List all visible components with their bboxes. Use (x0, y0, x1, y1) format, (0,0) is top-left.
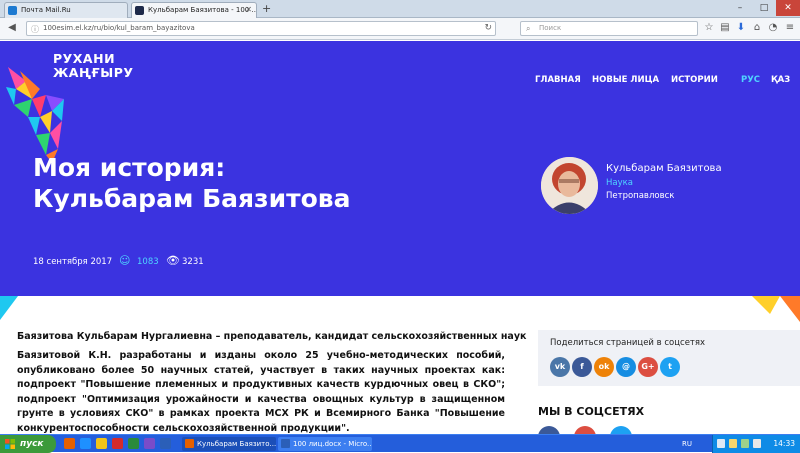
logo-line-2: ЖАҢҒЫРУ (53, 65, 134, 80)
back-icon[interactable]: ◀ (5, 21, 19, 35)
page-title: Моя история: Кульбарам Баязитова (33, 152, 350, 214)
views-eye-icon: 👁 (166, 254, 180, 267)
taskbar-window-browser[interactable]: Кульбарам Баязито... (182, 437, 276, 451)
tab-label: Кульбарам Баязитова - 100 ... (148, 6, 257, 14)
pocket-icon[interactable]: ◔ (766, 21, 780, 35)
download-icon[interactable]: ⬇ (734, 21, 748, 35)
folder-launcher-icon[interactable] (96, 438, 107, 449)
maximize-icon[interactable]: □ (752, 0, 776, 16)
article-section: Баязитова Кульбарам Нургалиевна – препод… (0, 296, 800, 434)
facebook-follow-icon[interactable] (538, 426, 560, 434)
address-bar[interactable]: ⓘ 100esim.el.kz/ru/bio/kul_baram_bayazit… (26, 21, 496, 36)
firefox-launcher-icon[interactable] (64, 438, 75, 449)
decorative-shapes (0, 296, 800, 322)
minimize-icon[interactable]: – (728, 0, 752, 16)
info-icon[interactable]: ⓘ (31, 23, 39, 36)
window-label: 100 лиц.docx - Micro... (293, 440, 372, 448)
volume-icon[interactable] (729, 439, 737, 448)
author-category-link[interactable]: Наука (606, 178, 633, 188)
media-launcher-icon[interactable] (144, 438, 155, 449)
mail-favicon-icon (8, 6, 17, 15)
author-city: Петропавловск (606, 191, 675, 201)
reading-list-icon[interactable]: ▤ (718, 21, 732, 35)
search-icon: ⌕ (526, 24, 531, 33)
publish-date: 18 сентября 2017 (33, 257, 113, 267)
tab-article[interactable]: Кульбарам Баязитова - 100 ... ✕ (131, 2, 257, 18)
clock: 14:33 (773, 439, 795, 448)
windows-taskbar: пуск Кульбарам Баязито... 100 лиц.docx -… (0, 434, 800, 453)
twitter-follow-icon[interactable] (610, 426, 632, 434)
firefox-icon (185, 439, 194, 448)
logo-line-1: РУХАНИ (53, 51, 116, 66)
mailru-icon[interactable]: @ (616, 357, 636, 377)
close-window-icon[interactable]: ✕ (776, 0, 800, 16)
site-logo[interactable]: РУХАНИ ЖАҢҒЫРУ (53, 52, 134, 80)
bookmark-star-icon[interactable]: ☆ (702, 21, 716, 35)
comments-icon: ☺ (119, 254, 131, 267)
lang-rus-link[interactable]: РУС (741, 75, 760, 85)
ie-launcher-icon[interactable] (80, 438, 91, 449)
author-avatar[interactable] (541, 157, 598, 214)
taskbar-window-word[interactable]: 100 лиц.docx - Micro... (278, 437, 372, 451)
home-icon[interactable]: ⌂ (750, 21, 764, 35)
share-title: Поделиться страницей в соцсетях (550, 338, 706, 348)
start-button[interactable]: пуск (0, 435, 56, 453)
reload-icon[interactable]: ↻ (484, 22, 492, 35)
keyboard-language[interactable]: RU (682, 435, 692, 453)
author-name[interactable]: Кульбарам Баязитова (606, 163, 722, 174)
title-line-1: Моя история: (33, 153, 226, 182)
share-buttons: vk f ok @ G+ t (550, 357, 680, 377)
nav-home-link[interactable]: ГЛАВНАЯ (535, 75, 581, 85)
word-icon (281, 439, 290, 448)
url-text: 100esim.el.kz/ru/bio/kul_baram_bayazitov… (43, 24, 195, 32)
word-launcher-icon[interactable] (160, 438, 171, 449)
app-launcher-icon[interactable] (128, 438, 139, 449)
browser-tab-bar: Почта Mail.Ru Кульбарам Баязитова - 100 … (0, 0, 800, 18)
search-placeholder: Поиск (539, 24, 562, 32)
twitter-icon[interactable]: t (660, 357, 680, 377)
tab-label: Почта Mail.Ru (21, 6, 71, 14)
opera-launcher-icon[interactable] (112, 438, 123, 449)
views-count: 3231 (182, 257, 204, 267)
network-icon[interactable] (717, 439, 725, 448)
author-photo (541, 157, 598, 214)
tab-mail[interactable]: Почта Mail.Ru (4, 2, 128, 18)
window-label: Кульбарам Баязито... (197, 440, 276, 448)
new-tab-button[interactable]: + (262, 2, 271, 16)
googleplus-icon[interactable]: G+ (638, 357, 658, 377)
lang-kaz-link[interactable]: ҚАЗ (771, 75, 790, 85)
windows-flag-icon (5, 439, 15, 449)
article-paragraph: Баязитовой К.Н. разработаны и изданы око… (17, 350, 505, 434)
googleplus-follow-icon[interactable] (574, 426, 596, 434)
follow-title: МЫ В СОЦСЕТЯХ (538, 405, 645, 418)
antivirus-icon[interactable] (741, 439, 749, 448)
site-favicon-icon (135, 6, 144, 15)
comments-count[interactable]: 1083 (137, 257, 159, 267)
article-lead: Баязитова Кульбарам Нургалиевна – препод… (17, 331, 527, 342)
facebook-icon[interactable]: f (572, 357, 592, 377)
follow-buttons (538, 426, 632, 434)
nav-stories-link[interactable]: ИСТОРИИ (671, 75, 718, 85)
tray-app-icon[interactable] (753, 439, 761, 448)
odnoklassniki-icon[interactable]: ok (594, 357, 614, 377)
window-controls: – □ ✕ (728, 0, 800, 16)
start-label: пуск (20, 439, 44, 449)
close-tab-icon[interactable]: ✕ (245, 3, 252, 17)
hero-banner: РУХАНИ ЖАҢҒЫРУ ГЛАВНАЯ НОВЫЕ ЛИЦА ИСТОРИ… (0, 41, 800, 296)
system-tray: 14:33 (712, 435, 800, 453)
menu-icon[interactable]: ≡ (783, 21, 797, 35)
title-line-2: Кульбарам Баязитова (33, 184, 351, 213)
browser-navigation-bar: ◀ ⓘ 100esim.el.kz/ru/bio/kul_baram_bayaz… (0, 18, 800, 40)
nav-new-faces-link[interactable]: НОВЫЕ ЛИЦА (592, 75, 659, 85)
search-input[interactable]: ⌕ Поиск (520, 21, 698, 36)
share-panel: Поделиться страницей в соцсетях vk f ok … (538, 330, 800, 386)
vk-icon[interactable]: vk (550, 357, 570, 377)
